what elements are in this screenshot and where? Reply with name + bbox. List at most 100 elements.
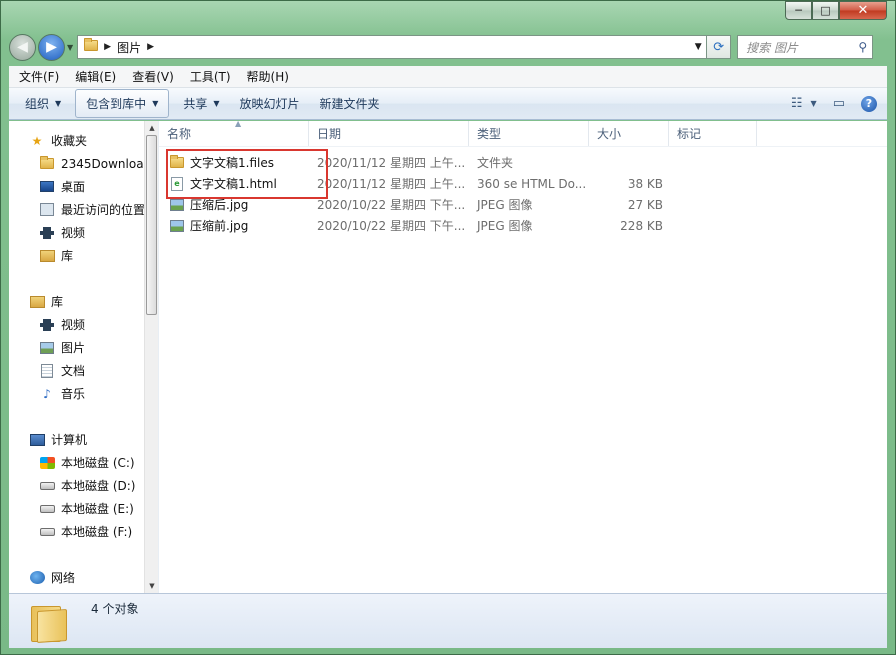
view-options-icon[interactable]: ☷ <box>791 96 803 111</box>
nav-item-desktop[interactable]: 桌面 <box>9 175 158 198</box>
file-row[interactable]: e 文字文稿1.html 2020/11/12 星期四 上午... 360 se… <box>159 173 887 194</box>
nav-item-videos-fav[interactable]: 视频 <box>9 221 158 244</box>
nav-scrollbar[interactable]: ▲ ▼ <box>144 121 158 593</box>
breadcrumb-pictures[interactable]: 图片 <box>117 39 141 56</box>
navigation-pane: ★ 收藏夹 2345Downloads 桌面 最近访问的位置 视频 库 库 视频… <box>9 121 159 593</box>
refresh-button[interactable]: ⟳ <box>707 35 732 59</box>
column-name[interactable]: 名称 <box>159 121 309 146</box>
nav-label: 2345Downloads <box>61 156 158 171</box>
file-name-cell: e 文字文稿1.html <box>159 175 309 192</box>
star-icon: ★ <box>31 133 43 148</box>
organize-label: 组织 <box>25 97 50 111</box>
recent-places-icon <box>39 202 55 218</box>
back-button[interactable]: ◀ <box>9 33 36 61</box>
explorer-window: ─ □ ✕ ◀ ▶ ▼ ▶ 图片 ▶ ▼ ⟳ 搜索 图片 ⚲ 文件(F) 编辑(… <box>0 0 896 655</box>
file-name-cell: 压缩前.jpg <box>159 217 309 234</box>
menu-help[interactable]: 帮助(H) <box>239 68 297 85</box>
search-placeholder: 搜索 图片 <box>746 40 798 55</box>
scroll-up-icon[interactable]: ▲ <box>145 121 159 135</box>
nav-label: 本地磁盘 (D:) <box>61 479 136 493</box>
slideshow-button[interactable]: 放映幻灯片 <box>230 90 310 117</box>
preview-pane-icon[interactable]: ▭ <box>833 96 845 111</box>
nav-item-pictures[interactable]: 图片 <box>9 336 158 359</box>
scroll-down-icon[interactable]: ▼ <box>145 579 159 593</box>
nav-label: 库 <box>51 295 64 309</box>
nav-libraries[interactable]: 库 <box>9 290 158 313</box>
nav-item-recent-places[interactable]: 最近访问的位置 <box>9 198 158 221</box>
nav-item-documents[interactable]: 文档 <box>9 359 158 382</box>
column-tags[interactable]: 标记 <box>669 121 757 146</box>
address-dropdown-icon[interactable]: ▼ <box>690 42 706 52</box>
breadcrumb-separator-icon[interactable]: ▶ <box>147 42 154 52</box>
menu-file[interactable]: 文件(F) <box>11 68 67 85</box>
file-name: 文字文稿1.html <box>190 177 277 191</box>
item-count: 4 个对象 <box>91 602 139 616</box>
command-bar: 组织 ▼ 包含到库中 ▼ 共享 ▼ 放映幻灯片 新建文件夹 ☷ ▼ ▭ ? <box>9 88 887 120</box>
file-size: 27 KB <box>627 197 663 212</box>
file-row[interactable]: 压缩后.jpg 2020/10/22 星期四 下午... JPEG 图像 27 … <box>159 194 887 215</box>
address-row: ◀ ▶ ▼ ▶ 图片 ▶ ▼ ⟳ 搜索 图片 ⚲ <box>9 33 887 61</box>
file-type: 360 se HTML Do... <box>477 176 587 191</box>
menu-tools[interactable]: 工具(T) <box>182 68 239 85</box>
file-name: 文字文稿1.files <box>190 156 274 170</box>
file-date: 2020/11/12 星期四 上午... <box>317 156 466 170</box>
close-button[interactable]: ✕ <box>839 1 887 20</box>
scrollbar-thumb[interactable] <box>146 135 157 315</box>
nav-item-libraries-fav[interactable]: 库 <box>9 244 158 267</box>
breadcrumb-separator-icon[interactable]: ▶ <box>104 42 111 52</box>
desktop-icon <box>39 179 55 195</box>
include-in-library-button[interactable]: 包含到库中 ▼ <box>75 89 170 118</box>
column-type[interactable]: 类型 <box>469 121 589 146</box>
nav-computer[interactable]: 计算机 <box>9 428 158 451</box>
nav-item-drive-e[interactable]: 本地磁盘 (E:) <box>9 497 158 520</box>
nav-item-drive-f[interactable]: 本地磁盘 (F:) <box>9 520 158 543</box>
chevron-down-icon[interactable]: ▼ <box>811 99 817 108</box>
file-row[interactable]: 文字文稿1.files 2020/11/12 星期四 上午... 文件夹 <box>159 152 887 173</box>
nav-favorites[interactable]: ★ 收藏夹 <box>9 129 158 152</box>
nav-label: 收藏夹 <box>51 134 88 148</box>
help-icon[interactable]: ? <box>861 95 877 112</box>
recent-pages-dropdown[interactable]: ▼ <box>67 43 73 52</box>
file-list: ▲ 名称 日期 类型 大小 标记 文字文稿1.files 2020/11/12 … <box>159 119 887 593</box>
main-area: ★ 收藏夹 2345Downloads 桌面 最近访问的位置 视频 库 库 视频… <box>9 119 887 593</box>
jpg-file-icon <box>169 198 185 212</box>
music-icon: ♪ <box>43 386 51 401</box>
address-bar[interactable]: ▶ 图片 ▶ ▼ <box>77 35 708 59</box>
search-icon[interactable]: ⚲ <box>858 40 867 54</box>
file-type: 文件夹 <box>477 156 514 170</box>
nav-item-downloads[interactable]: 2345Downloads <box>9 152 158 175</box>
search-input[interactable]: 搜索 图片 ⚲ <box>737 35 874 59</box>
maximize-button[interactable]: □ <box>812 1 839 20</box>
file-date: 2020/10/22 星期四 下午... <box>317 198 466 212</box>
nav-label: 最近访问的位置 <box>61 203 146 217</box>
forward-button[interactable]: ▶ <box>38 33 65 61</box>
nav-label: 桌面 <box>61 180 86 194</box>
menu-edit[interactable]: 编辑(E) <box>67 68 124 85</box>
nav-item-drive-c[interactable]: 本地磁盘 (C:) <box>9 451 158 474</box>
arrow-left-icon: ◀ <box>17 39 28 55</box>
view-controls: ☷ ▼ ▭ ? <box>783 95 887 112</box>
drive-icon <box>39 524 55 540</box>
chevron-down-icon: ▼ <box>55 99 62 108</box>
nav-label: 图片 <box>61 341 86 355</box>
html-file-icon: e <box>169 176 185 191</box>
nav-network[interactable]: 网络 <box>9 566 158 589</box>
folder-icon <box>169 155 185 170</box>
nav-item-drive-d[interactable]: 本地磁盘 (D:) <box>9 474 158 497</box>
video-icon <box>39 317 55 333</box>
chevron-down-icon: ▼ <box>152 99 159 108</box>
nav-item-music[interactable]: ♪ 音乐 <box>9 382 158 405</box>
share-button[interactable]: 共享 ▼ <box>173 90 229 117</box>
nav-item-videos[interactable]: 视频 <box>9 313 158 336</box>
video-icon <box>39 225 55 241</box>
library-icon <box>39 248 55 264</box>
nav-label: 文档 <box>61 364 86 378</box>
column-size[interactable]: 大小 <box>589 121 669 146</box>
organize-button[interactable]: 组织 ▼ <box>15 90 71 117</box>
menu-view[interactable]: 查看(V) <box>124 68 182 85</box>
minimize-button[interactable]: ─ <box>785 1 812 20</box>
new-folder-button[interactable]: 新建文件夹 <box>310 90 390 117</box>
menu-bar: 文件(F) 编辑(E) 查看(V) 工具(T) 帮助(H) <box>9 66 887 88</box>
file-row[interactable]: 压缩前.jpg 2020/10/22 星期四 下午... JPEG 图像 228… <box>159 215 887 236</box>
column-date[interactable]: 日期 <box>309 121 469 146</box>
